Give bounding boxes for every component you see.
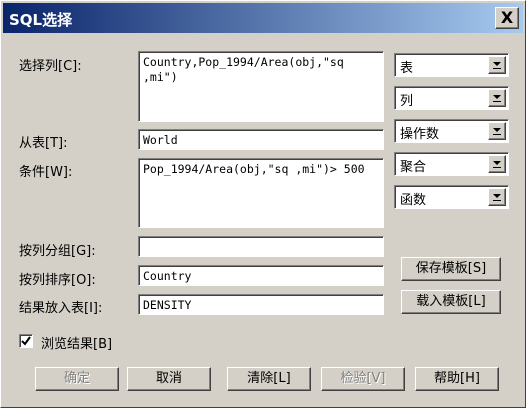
- help-button[interactable]: 帮助[H]: [415, 367, 499, 391]
- group-by-label: 按列分组[G]:: [19, 244, 96, 259]
- from-table-label: 从表[T]:: [19, 136, 68, 151]
- aggregate-combo[interactable]: 聚合: [394, 152, 509, 176]
- operator-combo[interactable]: 操作数: [394, 119, 509, 143]
- column-combo[interactable]: 列: [394, 86, 509, 110]
- result-table-input[interactable]: DENSITY: [138, 294, 384, 315]
- ok-button[interactable]: 确定: [35, 367, 119, 391]
- result-table-label: 结果放入表[I]:: [19, 301, 103, 316]
- clear-button[interactable]: 清除[L]: [227, 367, 311, 391]
- underline-down-arrow-icon: [493, 95, 501, 102]
- cancel-button[interactable]: 取消: [127, 367, 211, 391]
- order-by-input[interactable]: Country: [138, 265, 384, 286]
- underline-down-arrow-icon: [493, 62, 501, 69]
- load-template-button[interactable]: 载入模板[L]: [401, 290, 501, 314]
- column-combo-dropdown-button[interactable]: [488, 89, 506, 107]
- title-bar[interactable]: SQL选择 X: [3, 3, 523, 33]
- table-combo[interactable]: 表: [394, 53, 509, 77]
- underline-down-arrow-icon: [493, 128, 501, 135]
- table-combo-label: 表: [400, 61, 414, 76]
- underline-down-arrow-icon: [493, 161, 501, 168]
- underline-down-arrow-icon: [493, 194, 501, 201]
- from-table-input[interactable]: World: [138, 129, 384, 150]
- order-by-label: 按列排序[O]:: [19, 273, 96, 288]
- function-combo-dropdown-button[interactable]: [488, 188, 506, 206]
- column-combo-label: 列: [400, 94, 414, 109]
- browse-results-checkbox[interactable]: [19, 334, 33, 348]
- verify-button[interactable]: 检验[V]: [321, 367, 405, 391]
- columns-input[interactable]: Country,Pop_1994/Area(obj,"sq ,mi"): [138, 51, 384, 122]
- table-combo-dropdown-button[interactable]: [488, 56, 506, 74]
- save-template-button[interactable]: 保存模板[S]: [401, 257, 501, 281]
- close-button[interactable]: X: [495, 7, 519, 29]
- aggregate-combo-label: 聚合: [400, 160, 427, 175]
- operator-combo-label: 操作数: [400, 127, 440, 142]
- window-title: SQL选择: [9, 11, 73, 29]
- condition-input[interactable]: Pop_1994/Area(obj,"sq ,mi")> 500: [138, 158, 384, 228]
- aggregate-combo-dropdown-button[interactable]: [488, 155, 506, 173]
- browse-results-label[interactable]: 浏览结果[B]: [41, 333, 112, 352]
- condition-label: 条件[W]:: [19, 165, 73, 180]
- group-by-input[interactable]: [138, 236, 384, 257]
- operator-combo-dropdown-button[interactable]: [488, 122, 506, 140]
- checkmark-icon: [21, 336, 31, 346]
- sql-select-dialog: SQL选择 X 选择列[C]: 从表[T]: 条件[W]: 按列分组[G]: 按…: [0, 0, 526, 408]
- function-combo[interactable]: 函数: [394, 185, 509, 209]
- close-icon: X: [500, 8, 514, 27]
- columns-label: 选择列[C]:: [19, 59, 82, 74]
- function-combo-label: 函数: [400, 193, 427, 208]
